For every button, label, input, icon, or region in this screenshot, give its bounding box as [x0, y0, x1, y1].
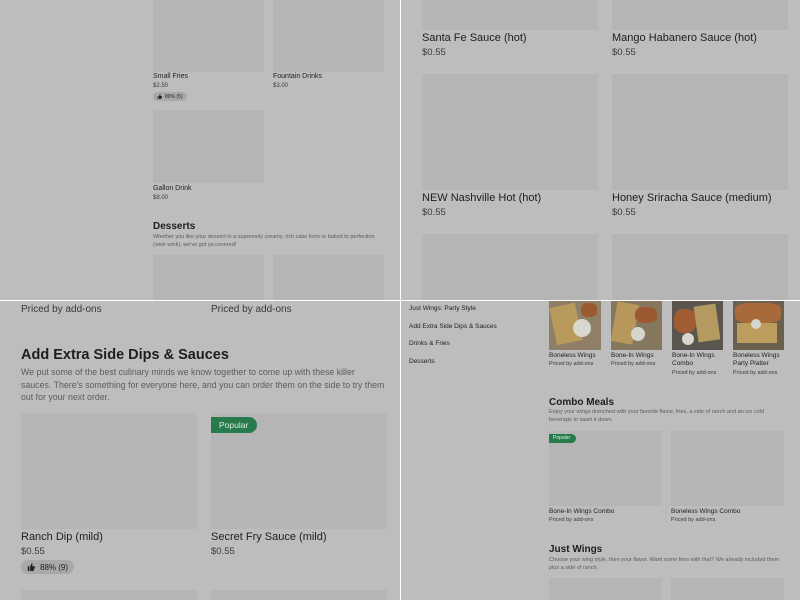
small-fries-rating: 80% (5) [153, 92, 187, 101]
boneless-wings-party-platter-priced: Priced by add-ons [733, 370, 778, 376]
fountain-drinks-name[interactable]: Fountain Drinks [273, 73, 322, 80]
panel-menu-nav: Just Wings: Party Style Add Extra Side D… [401, 301, 800, 600]
boneless-wings-combo-meal-priced: Priced by add-ons [671, 517, 716, 523]
bone-in-wings-combo-image[interactable] [672, 301, 723, 350]
divider-horizontal [0, 300, 800, 301]
combo-popular-badge: Popular [549, 434, 577, 443]
santa-fe-name[interactable]: Santa Fe Sauce (hot) [422, 32, 527, 44]
just-wings-description: Choose your wing style, then your flavor… [549, 557, 780, 571]
nashville-hot-name[interactable]: NEW Nashville Hot (hot) [422, 192, 541, 204]
bone-in-wings-combo-meal-priced: Priced by add-ons [549, 517, 594, 523]
bone-in-wings-priced: Priced by add-ons [611, 361, 656, 367]
mango-habanero-price: $0.55 [612, 47, 636, 58]
fountain-drinks-image[interactable] [273, 0, 384, 72]
just-wings-item-image-1[interactable] [549, 578, 662, 600]
boneless-wings-party-platter-image[interactable] [733, 301, 784, 350]
desserts-title: Desserts [153, 221, 196, 232]
ranch-dip-image[interactable] [21, 413, 197, 529]
gallon-drink-image[interactable] [153, 110, 264, 183]
santa-fe-price: $0.55 [422, 47, 446, 58]
side-dips-title: Add Extra Side Dips & Sauces [21, 347, 229, 363]
gallon-drink-name[interactable]: Gallon Drink [153, 185, 192, 192]
thumbs-up-icon [27, 563, 35, 571]
just-wings-item-image-2[interactable] [671, 578, 784, 600]
secret-fry-sauce-price: $0.55 [211, 546, 235, 557]
dip-item-image-4[interactable] [211, 590, 387, 600]
sauce-item-image-5[interactable] [422, 234, 598, 300]
nav-drinks-fries[interactable]: Drinks & Fries [409, 340, 450, 347]
just-wings-title: Just Wings [549, 544, 603, 555]
priced-by-addons-left: Priced by add-ons [21, 304, 102, 315]
boneless-wings-combo-meal-image[interactable] [671, 431, 784, 506]
panel-drinks-fries: Small Fries $2.50 80% (5) Fountain Drink… [0, 0, 400, 300]
small-fries-rating-text: 80% (5) [165, 93, 183, 100]
combo-meals-title: Combo Meals [549, 397, 615, 408]
desserts-description: Whether you like your dessert in a supre… [153, 234, 375, 248]
santa-fe-image[interactable] [422, 0, 598, 30]
honey-sriracha-price: $0.55 [612, 207, 636, 218]
dip-item-image-3[interactable] [21, 590, 197, 600]
bone-in-wings-image[interactable] [611, 301, 662, 350]
boneless-wings-priced: Priced by add-ons [549, 361, 594, 367]
boneless-wings-combo-meal-name[interactable]: Boneless Wings Combo [671, 508, 740, 515]
panel-side-dips: Priced by add-ons Priced by add-ons Add … [0, 301, 400, 600]
small-fries-price: $2.50 [153, 83, 169, 89]
boneless-wings-image[interactable] [549, 301, 601, 350]
mango-habanero-image[interactable] [612, 0, 788, 30]
mango-habanero-name[interactable]: Mango Habanero Sauce (hot) [612, 32, 757, 44]
boneless-wings-party-platter-name[interactable]: Boneless Wings Party Platter [733, 352, 785, 368]
bone-in-wings-combo-meal-name[interactable]: Bone-In Wings Combo [549, 508, 614, 515]
small-fries-image[interactable] [153, 0, 264, 72]
combo-meals-description: Enjoy your wings drenched with your favo… [549, 409, 764, 423]
boneless-wings-name[interactable]: Boneless Wings [549, 352, 596, 359]
popular-badge: Popular [211, 417, 258, 433]
nav-side-dips[interactable]: Add Extra Side Dips & Sauces [409, 323, 497, 330]
secret-fry-sauce-name[interactable]: Secret Fry Sauce (mild) [211, 531, 327, 543]
dessert-item-image-1[interactable] [153, 255, 264, 300]
nashville-hot-image[interactable] [422, 74, 598, 190]
honey-sriracha-image[interactable] [612, 74, 788, 190]
ranch-dip-rating-text: 88% (9) [40, 562, 69, 572]
nav-desserts[interactable]: Desserts [409, 358, 435, 365]
thumbs-up-icon [157, 94, 162, 99]
nashville-hot-price: $0.55 [422, 207, 446, 218]
panel-sauces: Santa Fe Sauce (hot) $0.55 Mango Habaner… [401, 0, 800, 300]
priced-by-addons-right: Priced by add-ons [211, 304, 292, 315]
fountain-drinks-price: $3.00 [273, 83, 289, 89]
gallon-drink-price: $8.00 [153, 195, 169, 201]
ranch-dip-price: $0.55 [21, 546, 45, 557]
nav-just-wings-party[interactable]: Just Wings: Party Style [409, 305, 476, 312]
ranch-dip-name[interactable]: Ranch Dip (mild) [21, 531, 103, 543]
ranch-dip-rating: 88% (9) [21, 560, 75, 574]
honey-sriracha-name[interactable]: Honey Sriracha Sauce (medium) [612, 192, 772, 204]
dessert-item-image-2[interactable] [273, 255, 384, 300]
bone-in-wings-name[interactable]: Bone-In Wings [611, 352, 654, 359]
small-fries-name[interactable]: Small Fries [153, 73, 188, 80]
bone-in-wings-combo-name[interactable]: Bone-In Wings Combo [672, 352, 724, 368]
bone-in-wings-combo-priced: Priced by add-ons [672, 370, 717, 376]
side-dips-description: We put some of the best culinary minds w… [21, 367, 385, 402]
sauce-item-image-6[interactable] [612, 234, 788, 300]
